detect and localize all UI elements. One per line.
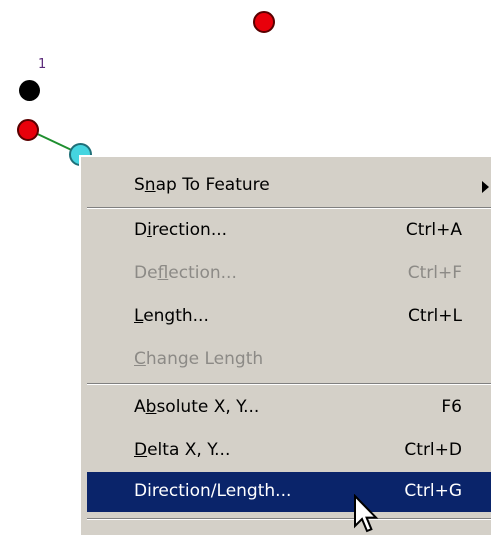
submenu-arrow-icon [482, 181, 489, 193]
menu-item-label: Direction... [134, 220, 228, 240]
menu-item-shortcut: Ctrl+A [405, 220, 462, 240]
menu-separator [87, 518, 491, 520]
mouse-pointer-icon [354, 494, 379, 533]
menu-item-label: Absolute X, Y... [134, 397, 260, 417]
menu-separator [87, 383, 491, 385]
menu-item-length[interactable]: Length... Ctrl+L [87, 297, 491, 337]
menu-item-shortcut: Ctrl+G [404, 481, 462, 501]
sketch-vertex-black[interactable] [19, 80, 40, 101]
menu-item-change-length[interactable]: Change Length [87, 340, 491, 380]
menu-item-direction[interactable]: Direction... Ctrl+A [87, 211, 491, 251]
menu-item-delta-xy[interactable]: Delta X, Y... Ctrl+D [87, 431, 491, 471]
menu-item-shortcut: Ctrl+D [404, 440, 462, 460]
menu-item-label: Deflection... [134, 263, 237, 283]
menu-item-snap-to-feature[interactable]: Snap To Feature [87, 166, 491, 206]
menu-item-label: Length... [134, 306, 209, 326]
menu-item-deflection[interactable]: Deflection... Ctrl+F [87, 254, 491, 294]
menu-item-shortcut: Ctrl+F [407, 263, 462, 283]
menu-item-label: Change Length [134, 349, 264, 369]
context-menu: Snap To Feature Direction... Ctrl+A Defl… [79, 155, 491, 535]
menu-item-direction-length[interactable]: Direction/Length... Ctrl+G [87, 472, 491, 512]
menu-item-absolute-xy[interactable]: Absolute X, Y... F6 [87, 388, 491, 428]
menu-item-shortcut: F6 [441, 397, 462, 417]
map-canvas[interactable]: 1 Snap To Feature Direction... Ctrl+A De… [0, 0, 491, 535]
menu-item-shortcut: Ctrl+L [408, 306, 462, 326]
vertex-number-label: 1 [38, 57, 47, 72]
menu-separator [87, 207, 491, 209]
menu-item-label: Delta X, Y... [134, 440, 231, 460]
sketch-vertex-red[interactable] [253, 11, 275, 33]
menu-item-label: Direction/Length... [134, 481, 292, 501]
menu-item-label: Snap To Feature [134, 175, 270, 195]
sketch-vertex-red-start[interactable] [17, 119, 39, 141]
